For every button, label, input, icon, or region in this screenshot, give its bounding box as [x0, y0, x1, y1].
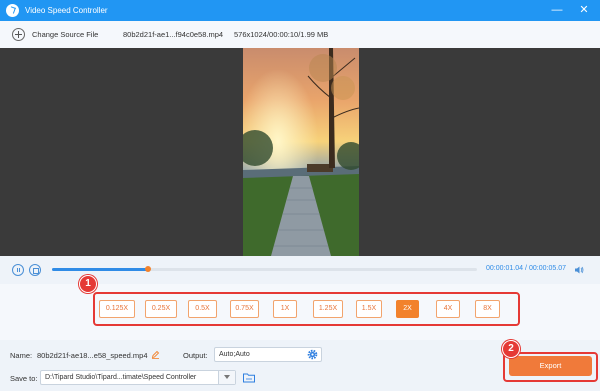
gear-icon[interactable] — [307, 349, 318, 360]
export-button[interactable]: Export — [509, 356, 592, 376]
title-bar: Video Speed Controller — ✕ — [0, 0, 600, 21]
speed-option-button[interactable]: 8X — [475, 300, 500, 318]
speed-option-button[interactable]: 0.5X — [188, 300, 217, 318]
app-speed-icon — [6, 4, 19, 17]
volume-icon[interactable] — [574, 265, 584, 275]
speed-option-button[interactable]: 2X — [396, 300, 419, 318]
step-marker-1: 1 — [79, 275, 97, 293]
progress-fill — [52, 268, 148, 271]
speed-option-button[interactable]: 0.75X — [230, 300, 259, 318]
edit-pencil-icon[interactable] — [151, 350, 160, 359]
progress-slider[interactable] — [52, 266, 477, 272]
speed-option-button[interactable]: 1.25X — [313, 300, 343, 318]
video-frame[interactable] — [243, 48, 359, 256]
save-to-label: Save to: — [10, 374, 38, 383]
time-separator: / — [525, 265, 527, 272]
step-marker-2: 2 — [502, 340, 520, 358]
folder-icon[interactable] — [242, 371, 256, 384]
output-label: Output: — [183, 351, 208, 360]
save-path-dropdown[interactable] — [218, 371, 235, 384]
source-toolbar: Change Source File 80b2d21f-ae1...f94c0e… — [0, 21, 600, 48]
speed-options-panel: 0.125X 0.25X 0.5X 0.75X 1X 1.25X 1.5X 2X 4X 8X 1 — [0, 275, 600, 340]
video-preview-area — [0, 48, 600, 256]
speed-option-button[interactable]: 0.25X — [145, 300, 177, 318]
speed-option-button[interactable]: 1.5X — [356, 300, 382, 318]
current-time: 00:00:01.04 — [486, 265, 523, 272]
source-file-name: 80b2d21f-ae1...f94c0e58.mp4 — [123, 30, 224, 39]
progress-handle[interactable] — [144, 266, 151, 272]
sunset-path-image — [243, 48, 359, 256]
total-time: 00:00:05.07 — [529, 265, 566, 272]
name-label: Name: — [10, 351, 33, 360]
source-file-info: 576x1024/00:00:10/1.99 MB — [234, 30, 329, 39]
stop-icon[interactable] — [29, 264, 41, 276]
add-circle-icon[interactable] — [12, 28, 25, 41]
output-format-field[interactable]: Auto;Auto — [214, 347, 322, 362]
window-title: Video Speed Controller — [25, 6, 108, 15]
speed-option-button[interactable]: 0.125X — [99, 300, 135, 318]
change-source-file-button[interactable]: Change Source File — [32, 30, 98, 39]
close-button[interactable]: ✕ — [577, 3, 591, 17]
output-file-name[interactable]: 80b2d21f-ae18...e58_speed.mp4 — [37, 351, 148, 360]
speed-option-button[interactable]: 1X — [273, 300, 297, 318]
save-path-field[interactable]: D:\Tipard Studio\Tipard...timate\Speed C… — [40, 370, 236, 385]
minimize-button[interactable]: — — [550, 3, 564, 17]
pause-icon[interactable] — [12, 264, 24, 276]
speed-option-button[interactable]: 4X — [436, 300, 460, 318]
